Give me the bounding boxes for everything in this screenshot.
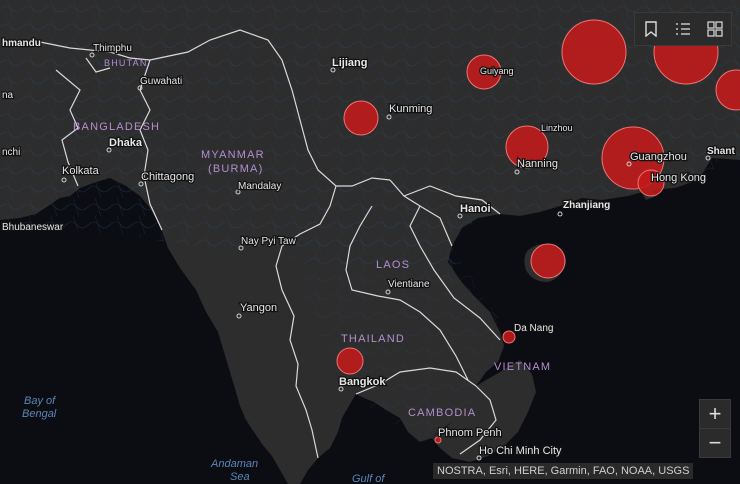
label-edge-kathmandu: hmandu bbox=[2, 38, 41, 49]
label-kolkata: Kolkata bbox=[62, 165, 100, 177]
label-bhutan: BHUTAN bbox=[104, 58, 148, 68]
label-kunming: Kunming bbox=[389, 103, 432, 115]
label-nanning: Nanning bbox=[517, 158, 558, 170]
zoom-in-button[interactable]: + bbox=[700, 400, 730, 428]
label-guwahati: Guwahati bbox=[140, 76, 182, 87]
label-edge-shantou: Shant bbox=[707, 146, 735, 157]
label-nay-pyi-taw: Nay Pyi Taw bbox=[241, 236, 297, 247]
label-hanoi: Hanoi bbox=[460, 203, 491, 215]
label-thailand: THAILAND bbox=[341, 333, 405, 345]
label-zhanjiang: Zhanjiang bbox=[563, 200, 610, 211]
label-da-nang: Da Nang bbox=[514, 323, 553, 334]
label-burma: (BURMA) bbox=[208, 163, 263, 175]
legend-list-icon[interactable] bbox=[667, 13, 699, 45]
bookmark-icon[interactable] bbox=[635, 13, 667, 45]
label-gulf-of: Gulf of bbox=[352, 473, 385, 484]
bubble-hainan[interactable] bbox=[530, 243, 566, 279]
zoom-out-button[interactable]: − bbox=[700, 428, 730, 457]
label-laos: LAOS bbox=[376, 259, 410, 271]
label-bangkok: Bangkok bbox=[339, 376, 386, 388]
basemap-gallery-icon[interactable] bbox=[699, 13, 731, 45]
label-mandalay: Mandalay bbox=[238, 181, 281, 192]
label-vientiane: Vientiane bbox=[388, 279, 430, 290]
label-myanmar: MYANMAR bbox=[201, 149, 265, 161]
label-sea: Sea bbox=[230, 471, 250, 483]
label-dhaka: Dhaka bbox=[109, 137, 143, 149]
label-edge-na: na bbox=[2, 90, 14, 101]
bubble-hunan[interactable] bbox=[561, 19, 627, 85]
label-bengal: Bengal bbox=[22, 408, 57, 420]
bubble-yunnan[interactable] bbox=[343, 100, 379, 136]
map-attribution: NOSTRA, Esri, HERE, Garmin, FAO, NOAA, U… bbox=[433, 463, 694, 479]
bubble-bangkok[interactable] bbox=[336, 347, 364, 375]
label-thimphu: Thimphu bbox=[93, 43, 132, 54]
zoom-controls: + − bbox=[699, 399, 731, 458]
label-linzhou: Linzhou bbox=[541, 123, 573, 133]
label-vietnam: VIETNAM bbox=[494, 361, 551, 373]
map-view[interactable]: BHUTAN BANGLADESH MYANMAR (BURMA) LAOS T… bbox=[0, 0, 740, 484]
label-hong-kong: Hong Kong bbox=[651, 172, 706, 184]
label-lijiang: Lijiang bbox=[332, 57, 367, 69]
label-phnom-penh: Phnom Penh bbox=[438, 427, 502, 439]
label-cambodia: CAMBODIA bbox=[408, 407, 476, 419]
label-guangzhou: Guangzhou bbox=[630, 151, 687, 163]
label-edge-nchi: nchi bbox=[2, 147, 20, 158]
label-guiyang: Guiyang bbox=[480, 66, 514, 76]
label-edge-bhubaneswar: Bhubaneswar bbox=[2, 222, 64, 233]
label-andaman: Andaman bbox=[210, 458, 258, 470]
label-ho-chi-minh: Ho Chi Minh City bbox=[479, 445, 562, 457]
map-toolbar bbox=[634, 12, 732, 46]
label-bay-of: Bay of bbox=[24, 395, 56, 407]
label-bangladesh: BANGLADESH bbox=[73, 121, 160, 133]
label-yangon: Yangon bbox=[240, 302, 277, 314]
label-chittagong: Chittagong bbox=[141, 171, 194, 183]
